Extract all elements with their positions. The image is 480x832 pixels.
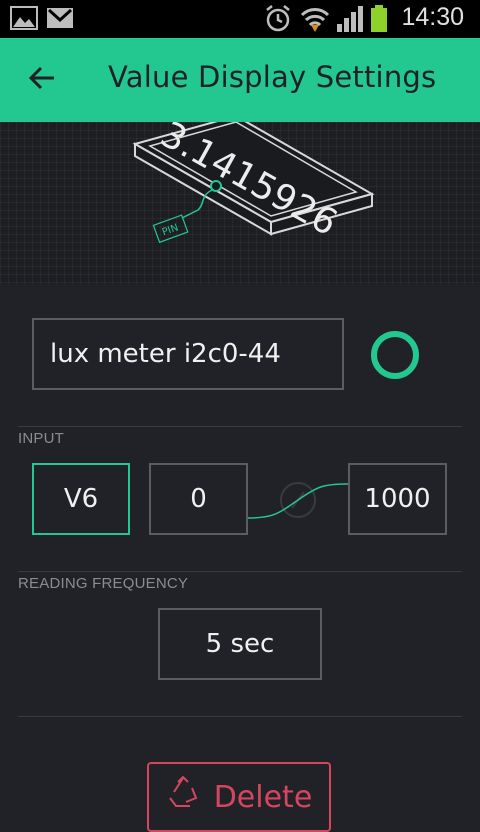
max-value: 1000 [364,484,431,514]
page-title: Value Display Settings [108,60,437,94]
status-bar: 14:30 [0,0,480,38]
app-bar: Value Display Settings [0,38,480,122]
status-time: 14:30 [401,3,464,31]
wifi-icon [300,5,330,37]
divider [18,571,462,572]
back-button[interactable] [20,58,64,102]
gallery-icon [10,5,38,35]
battery-icon [370,5,388,37]
pin-select-button[interactable]: V6 [32,463,130,535]
delete-button[interactable]: Delete [147,762,331,832]
signal-icon [336,5,366,37]
widget-name-input[interactable]: lux meter i2c0-44 [32,318,344,390]
widget-preview: 3.1415926 PIN [0,122,480,284]
pin-connector-dot [210,180,222,192]
widget-name-value: lux meter i2c0-44 [50,339,281,369]
reading-frequency-value: 5 sec [205,629,275,659]
min-value-input[interactable]: 0 [149,463,248,535]
divider [18,426,462,427]
pin-value: V6 [63,484,99,514]
reading-frequency-label: READING FREQUENCY [18,575,189,592]
min-value: 0 [190,484,207,514]
arrow-back-icon [28,66,56,94]
gmail-icon [46,5,74,35]
value-display-illustration: 3.1415926 PIN [132,122,375,244]
recycle-icon [166,775,200,818]
reading-frequency-select[interactable]: 5 sec [158,608,322,680]
max-value-input[interactable]: 1000 [348,463,447,535]
input-section-label: INPUT [18,430,64,447]
delete-label: Delete [213,779,313,815]
color-picker-button[interactable] [371,331,419,379]
divider [18,716,462,717]
alarm-icon [264,5,292,37]
range-swap-icon[interactable] [248,470,348,530]
